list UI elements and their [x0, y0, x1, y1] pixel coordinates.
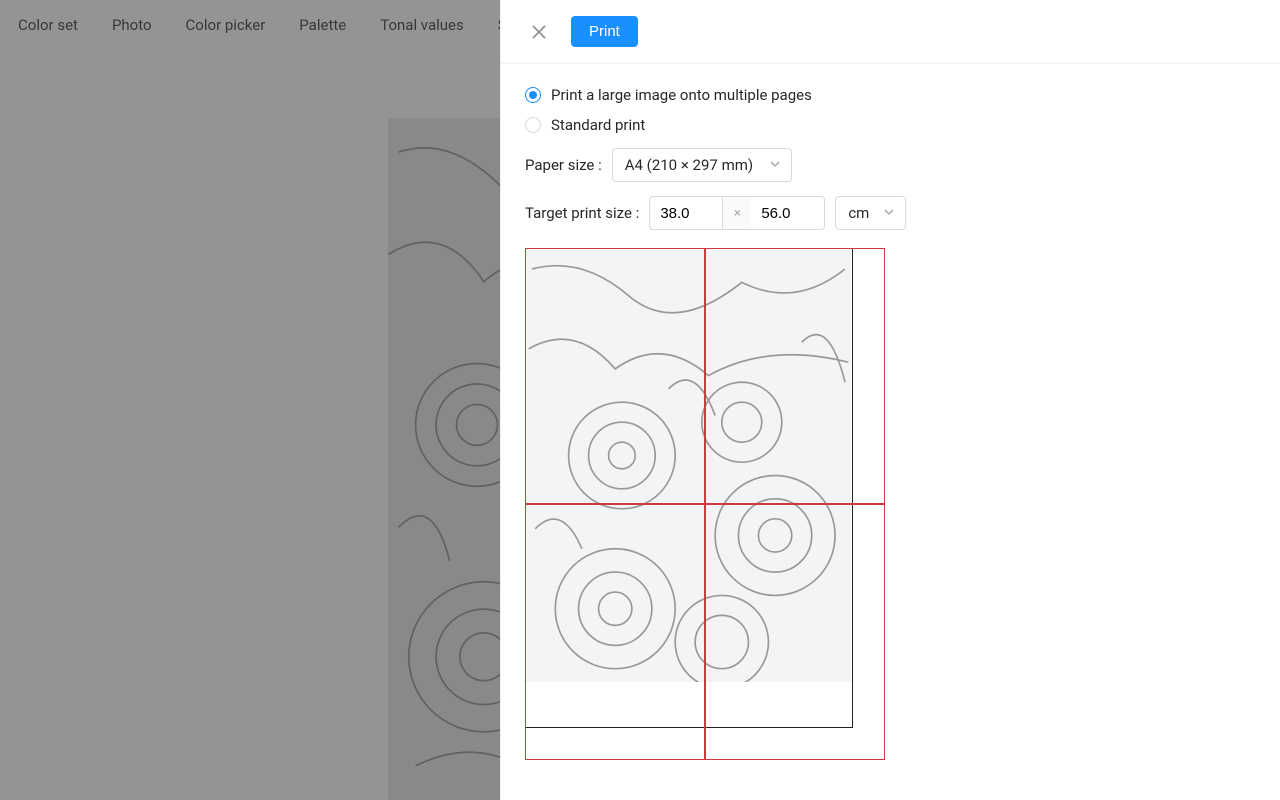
radio-icon-checked — [525, 87, 541, 103]
modal-header: Print — [501, 0, 1280, 64]
print-modal: Print Print a large image onto multiple … — [500, 0, 1280, 800]
paper-size-row: Paper size : A4 (210 × 297 mm) — [525, 148, 1256, 182]
unit-select[interactable]: cm — [835, 196, 906, 230]
print-preview — [525, 248, 887, 760]
paper-size-label: Paper size : — [525, 156, 602, 174]
preview-tile[interactable] — [525, 248, 705, 504]
radio-label: Standard print — [551, 116, 645, 134]
width-input[interactable] — [649, 196, 723, 230]
preview-tile[interactable] — [525, 504, 705, 760]
preview-tile[interactable] — [705, 504, 885, 760]
target-size-row: Target print size : × cm — [525, 196, 1256, 230]
close-icon[interactable] — [525, 18, 553, 46]
chevron-down-icon — [883, 204, 895, 222]
radio-icon-unchecked — [525, 117, 541, 133]
print-button[interactable]: Print — [571, 16, 638, 47]
paper-size-select[interactable]: A4 (210 × 297 mm) — [612, 148, 792, 182]
select-value: A4 (210 × 297 mm) — [625, 156, 753, 174]
select-value: cm — [848, 204, 869, 222]
radio-option-multipage[interactable]: Print a large image onto multiple pages — [525, 86, 1256, 104]
radio-option-standard[interactable]: Standard print — [525, 116, 1256, 134]
chevron-down-icon — [769, 156, 781, 174]
radio-label: Print a large image onto multiple pages — [551, 86, 812, 104]
preview-tile[interactable] — [705, 248, 885, 504]
height-input[interactable] — [751, 196, 825, 230]
modal-body: Print a large image onto multiple pages … — [501, 64, 1280, 782]
target-size-label: Target print size : — [525, 204, 639, 222]
times-separator: × — [723, 196, 751, 230]
